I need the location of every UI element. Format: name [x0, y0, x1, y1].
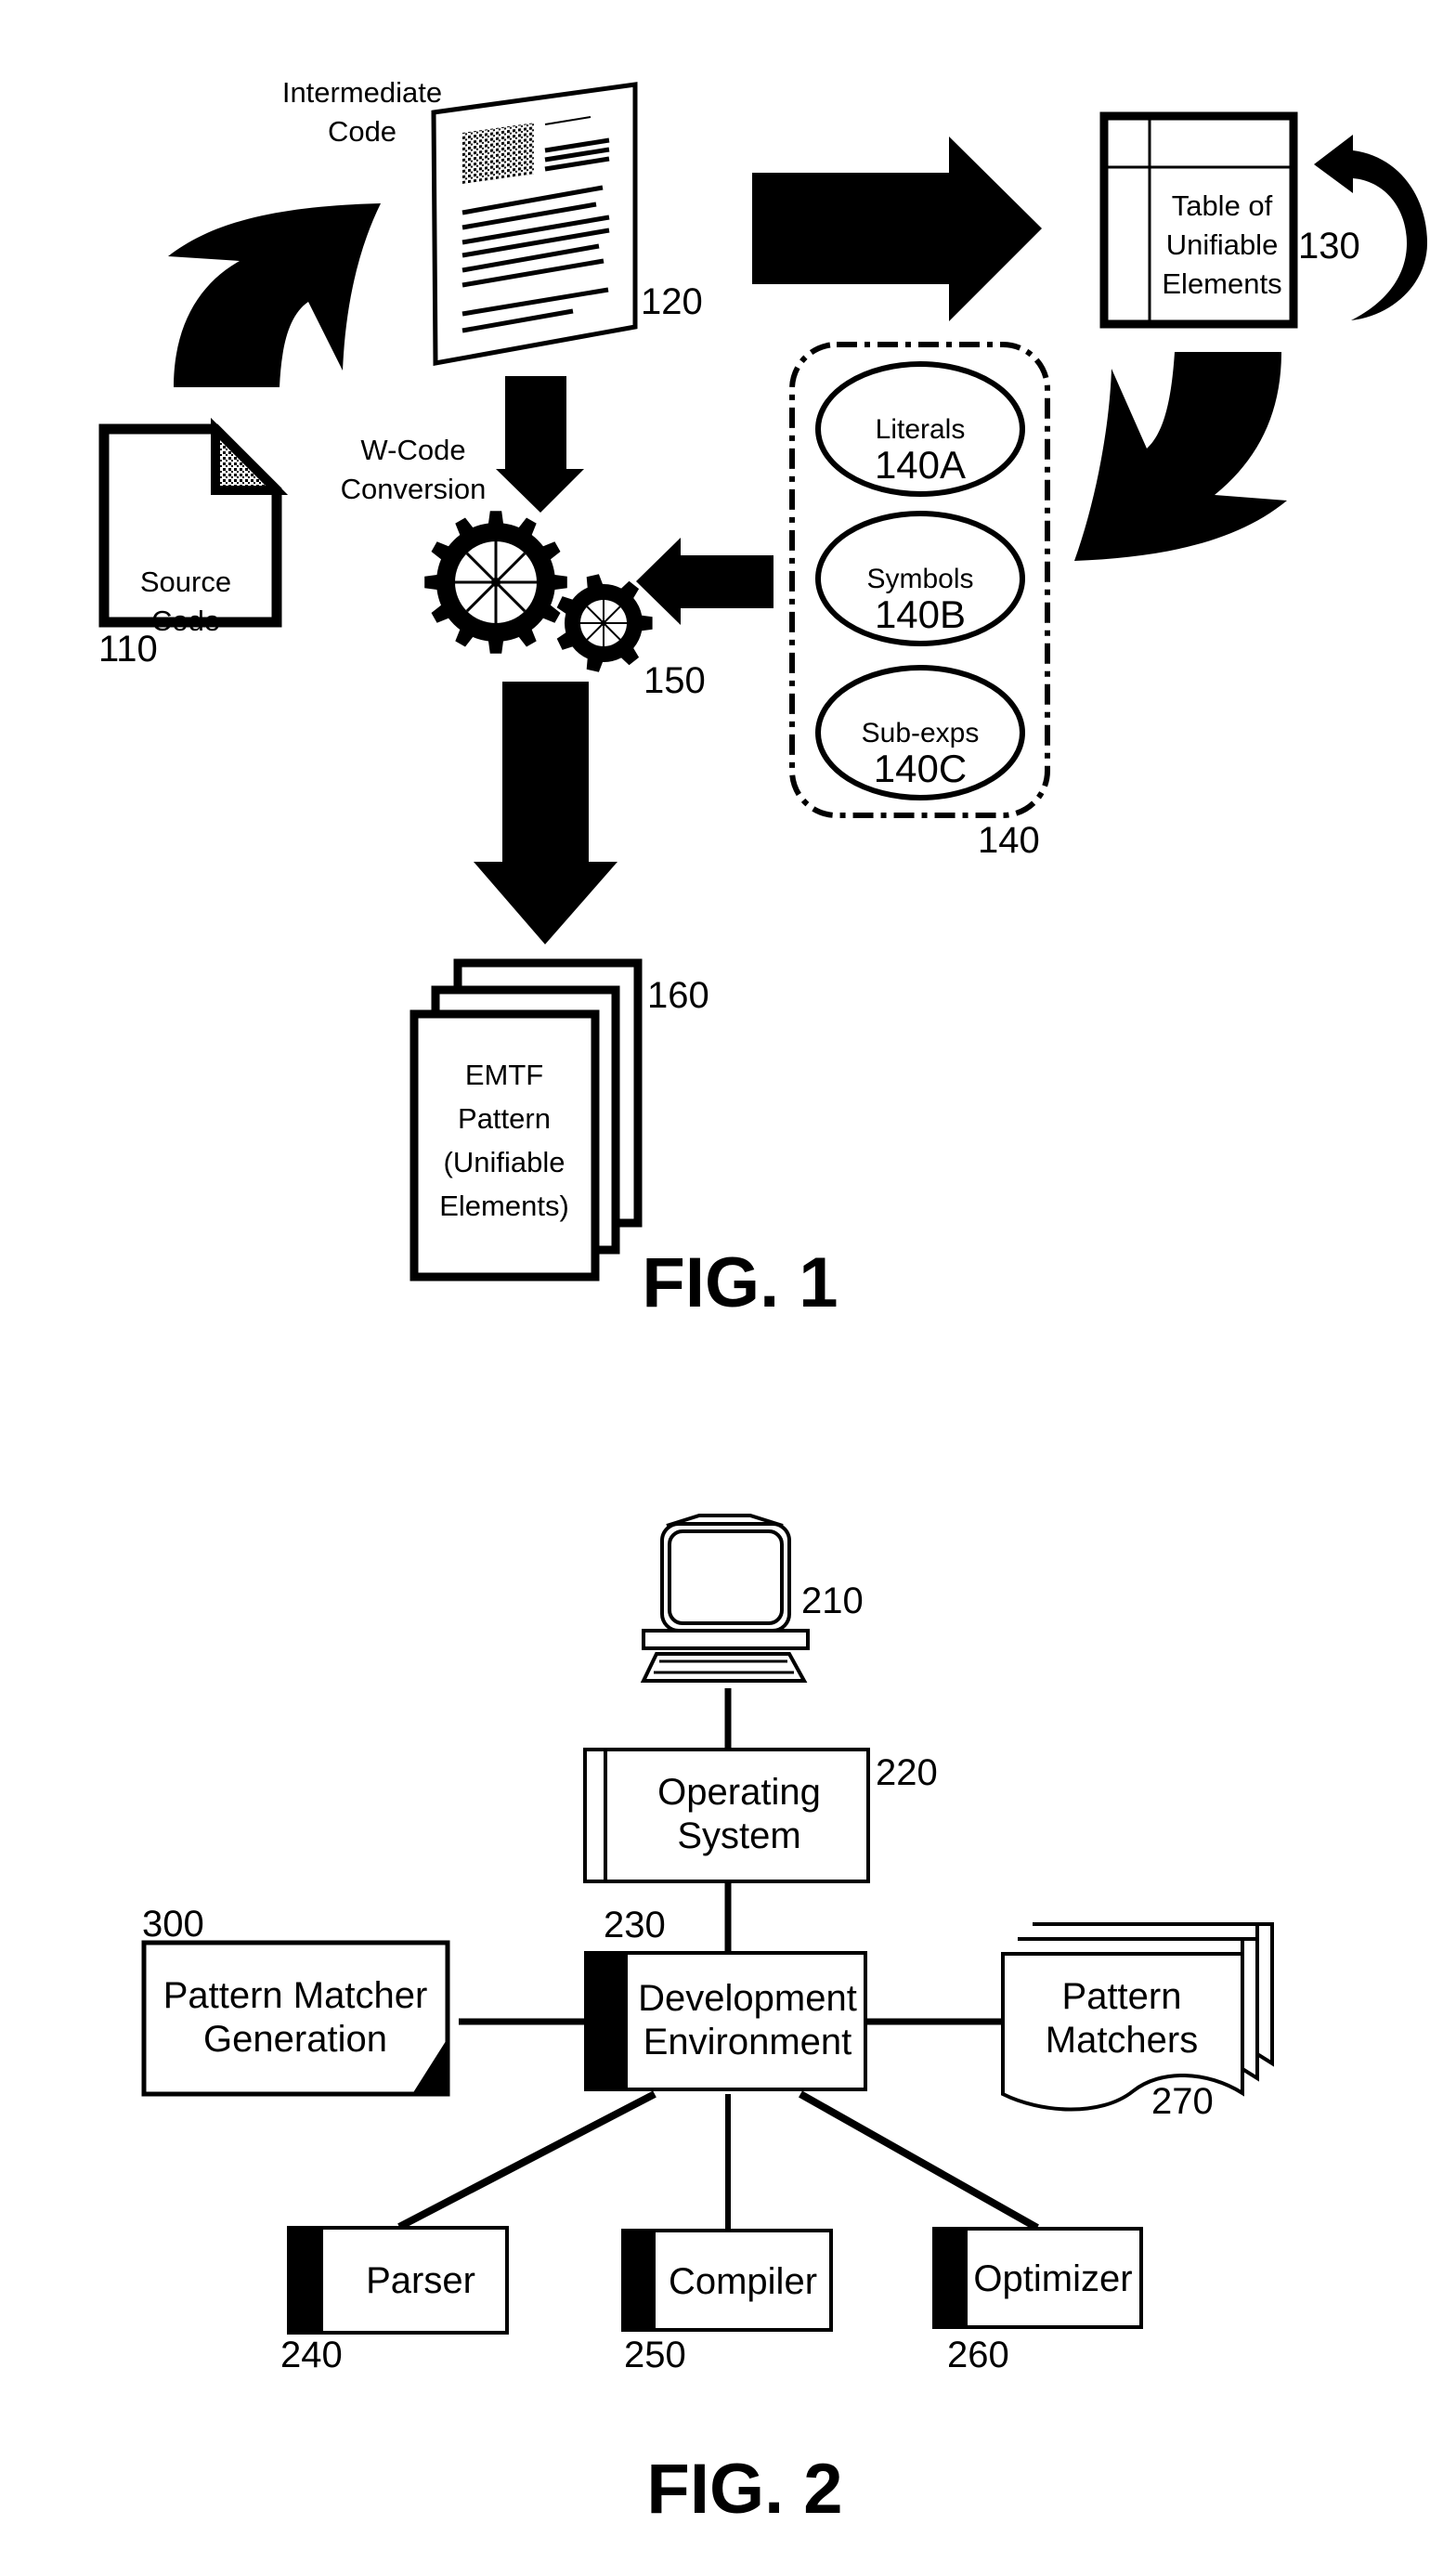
dev-env-label-1: Development [638, 1978, 857, 2019]
table-label-3: Elements [1162, 267, 1281, 300]
table-label-1: Table of [1172, 189, 1273, 222]
os-label-2: System [677, 1815, 800, 1856]
ref-140b: 140B [875, 592, 966, 636]
literals-label: Literals [876, 414, 966, 445]
gear-hub [491, 578, 500, 587]
symbols-ellipse: Symbols 140B [815, 511, 1025, 646]
compiler-box: Compiler 250 [621, 2229, 833, 2375]
ref-160: 160 [647, 975, 709, 1016]
parser-label: Parser [366, 2260, 475, 2301]
image-placeholder-icon [462, 123, 534, 185]
fig1: Source Code 110 Intermediate Code 120 Ta… [98, 76, 1427, 1322]
ref-210: 210 [801, 1581, 864, 1621]
curved-arrow-up-icon [168, 203, 381, 387]
pmg-label-2: Generation [203, 2019, 387, 2060]
ref-250: 250 [624, 2335, 686, 2375]
output-label-1: EMTF [465, 1059, 543, 1091]
emtf-pattern-pages: EMTF Pattern (Unifiable Elements) 160 [410, 958, 709, 1281]
ref-110: 110 [98, 629, 158, 670]
literals-ellipse: Literals 140A [815, 361, 1025, 497]
ref-300: 300 [142, 1904, 204, 1945]
ref-140: 140 [978, 820, 1040, 861]
source-code-document: Source Code 110 [98, 417, 289, 670]
arrow-down-small-icon [496, 376, 584, 513]
intermediate-code-label-1: Intermediate [282, 76, 442, 109]
table-label-2: Unifiable [1166, 228, 1279, 261]
fig2-caption: FIG. 2 [646, 2450, 842, 2529]
arrow-left-icon [636, 538, 774, 625]
ref-120: 120 [641, 281, 703, 322]
matchers-label-1: Pattern [1062, 1976, 1182, 2017]
unifiable-elements-group: Literals 140A Symbols 140B Sub-exps 140C… [789, 342, 1050, 861]
ref-220: 220 [876, 1752, 938, 1793]
pattern-matcher-generation-box: Pattern Matcher Generation 300 [141, 1904, 450, 2097]
symbols-label: Symbols [866, 564, 973, 594]
optimizer-box: Optimizer 260 [932, 2227, 1143, 2375]
optimizer-label: Optimizer [973, 2258, 1132, 2299]
source-code-label-1: Source [140, 566, 231, 598]
arrow-right-icon [752, 137, 1042, 321]
ref-140c: 140C [874, 747, 967, 790]
ref-260: 260 [947, 2335, 1009, 2375]
operating-system-box: Operating System 220 [583, 1748, 938, 1883]
ref-140a: 140A [875, 443, 966, 487]
os-label-1: Operating [657, 1772, 821, 1813]
ref-130: 130 [1298, 226, 1360, 267]
small-gear-icon [556, 574, 653, 672]
intermediate-code-label-2: Code [328, 115, 396, 148]
computer-icon: 210 [640, 1514, 864, 1683]
curved-arrow-down-left-icon [1074, 352, 1287, 561]
document-page-icon [431, 82, 638, 366]
matchers-label-2: Matchers [1046, 2020, 1199, 2061]
output-label-3: (Unifiable [444, 1146, 566, 1178]
compiler-label: Compiler [669, 2261, 817, 2302]
connector-dev-parser [397, 2090, 656, 2231]
folded-corner-icon [211, 417, 289, 495]
sub-exps-label: Sub-exps [862, 718, 980, 748]
ref-240: 240 [280, 2335, 343, 2375]
table-of-unifiable-elements: Table of Unifiable Elements 130 [1099, 111, 1360, 329]
dev-env-label-2: Environment [644, 2022, 852, 2062]
large-gear-icon [424, 511, 567, 654]
connector-dev-optimizer [799, 2090, 1039, 2231]
ref-150: 150 [644, 660, 706, 701]
ref-270: 270 [1151, 2081, 1214, 2122]
conversion-label-2: Conversion [341, 473, 487, 505]
arrow-down-large-icon [474, 682, 618, 944]
output-label-4: Elements) [439, 1190, 569, 1222]
source-code-label-2: Code [151, 605, 220, 637]
conversion-label-1: W-Code [360, 434, 465, 466]
gear-hub [601, 620, 606, 626]
pmg-label-1: Pattern Matcher [163, 1975, 428, 2016]
fig2: 210 Operating System 220 Development Env… [141, 1514, 1274, 2529]
ref-230: 230 [604, 1905, 666, 1945]
parser-box: Parser 240 [280, 2226, 509, 2375]
sub-exps-ellipse: Sub-exps 140C [815, 665, 1025, 800]
output-label-2: Pattern [458, 1102, 551, 1135]
patent-figures: Source Code 110 Intermediate Code 120 Ta… [98, 76, 1427, 2529]
pattern-matchers-stack: Pattern Matchers 270 [1001, 1922, 1274, 2122]
fig1-caption: FIG. 1 [642, 1243, 838, 1322]
